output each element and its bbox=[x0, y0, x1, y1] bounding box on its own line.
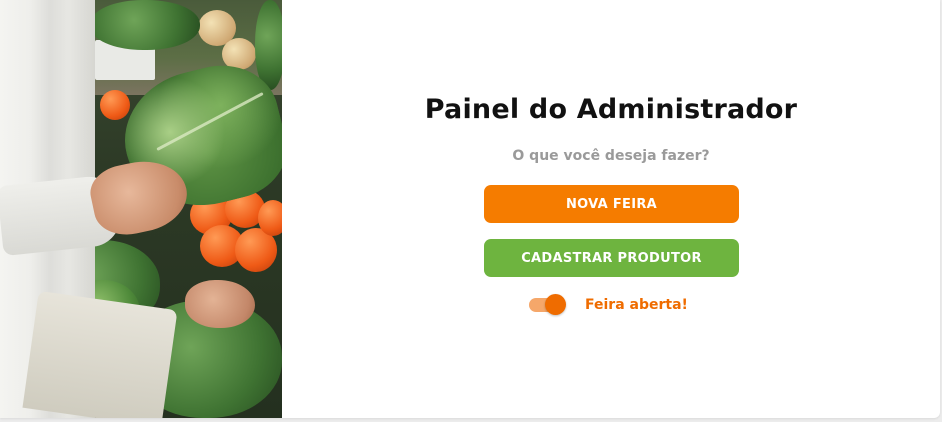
greens bbox=[90, 0, 200, 50]
tomato bbox=[258, 200, 282, 236]
fair-status-row: Feira aberta! bbox=[529, 292, 688, 318]
vegetables-photo bbox=[0, 0, 282, 418]
admin-actions-panel: Painel do Administrador O que você desej… bbox=[282, 0, 940, 418]
admin-panel-card: Painel do Administrador O que você desej… bbox=[0, 0, 940, 418]
page-title: Painel do Administrador bbox=[424, 94, 798, 125]
fair-status-label: Feira aberta! bbox=[585, 297, 688, 313]
fair-open-toggle[interactable] bbox=[529, 292, 567, 318]
toggle-thumb bbox=[545, 294, 566, 315]
new-fair-button[interactable]: NOVA FEIRA bbox=[484, 185, 739, 223]
shopping-bag bbox=[22, 290, 178, 418]
tomato bbox=[100, 90, 130, 120]
hand bbox=[185, 280, 255, 328]
register-producer-button[interactable]: CADASTRAR PRODUTOR bbox=[484, 239, 739, 277]
page-subtitle: O que você deseja fazer? bbox=[512, 148, 710, 164]
